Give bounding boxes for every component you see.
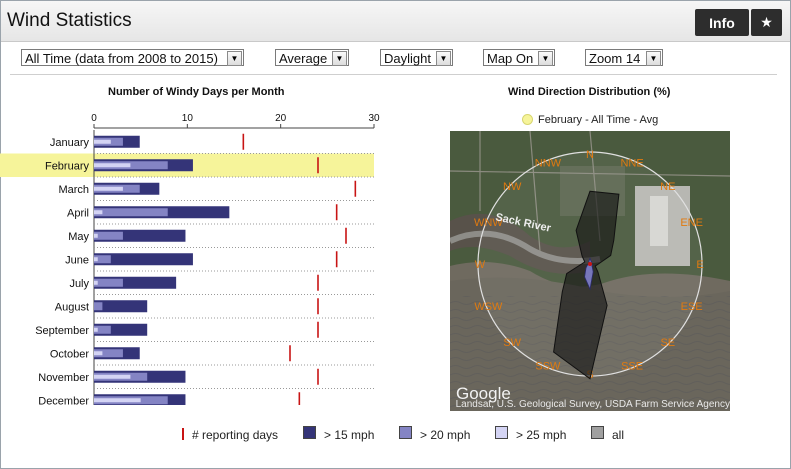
page-title: Wind Statistics: [7, 10, 132, 31]
bar-25mph: [94, 398, 141, 403]
chevron-down-icon: ▼: [436, 51, 451, 66]
time-of-day-select-value: Daylight: [384, 51, 431, 66]
rose-center-point: [588, 262, 592, 266]
compass-label-se: SE: [660, 337, 675, 349]
legend-swatch-20mph: [399, 426, 412, 439]
zoom-select-value: Zoom 14: [589, 51, 641, 66]
compass-label-ssw: SSW: [535, 361, 561, 373]
legend-label-15mph: > 15 mph: [324, 428, 375, 442]
bar-20mph: [94, 302, 103, 311]
compass-label-ese: ESE: [681, 301, 703, 313]
period-select-value: All Time (data from 2008 to 2015): [25, 51, 218, 66]
chevron-down-icon: ▼: [332, 51, 347, 66]
compass-label-nnw: NNW: [535, 157, 562, 169]
windy-days-bar-chart: 0 10 20 30 January February March April May June J…: [0, 113, 380, 405]
favorite-star-button[interactable]: ★: [751, 9, 782, 36]
satellite-map[interactable]: NNNENEENEEESESESSESSSWSWWSWWWNWNWNNW Sac…: [450, 131, 730, 411]
bar-25mph: [94, 327, 98, 332]
month-label: February: [45, 160, 90, 172]
month-label: June: [65, 254, 89, 266]
x-tick-label: 30: [368, 113, 380, 124]
legend-label-25mph: > 25 mph: [516, 428, 567, 442]
wind-rose-chart: NNNENEENEEESESESSESSSWSWWSWWWNWNWNNW: [474, 149, 704, 381]
compass-label-nw: NW: [503, 181, 522, 193]
bar-25mph: [94, 374, 131, 379]
zoom-select[interactable]: Zoom 14 ▼: [585, 49, 663, 66]
legend-swatch-25mph: [495, 426, 508, 439]
compass-label-e: E: [696, 259, 703, 271]
rose-chart-title: Wind Direction Distribution (%): [508, 86, 671, 98]
map-attribution: Landsat, U.S. Geological Survey, USDA Fa…: [455, 399, 730, 410]
bar-20mph: [94, 278, 123, 287]
statistic-select[interactable]: Average ▼: [275, 49, 349, 66]
month-label: July: [69, 278, 89, 290]
month-label: September: [35, 325, 89, 337]
filter-bar: All Time (data from 2008 to 2015) ▼ Avera…: [10, 44, 777, 75]
bar-25mph: [94, 139, 111, 144]
statistic-select-value: Average: [279, 51, 328, 66]
legend-label-all: all: [612, 428, 625, 442]
compass-label-nne: NNE: [620, 157, 643, 169]
compass-label-w: W: [475, 259, 486, 271]
info-button[interactable]: Info: [695, 9, 749, 36]
month-label: April: [67, 207, 89, 219]
bar-20mph: [94, 208, 168, 217]
bar-25mph: [94, 351, 103, 356]
compass-label-ne: NE: [660, 181, 675, 193]
legend-swatch-15mph: [303, 426, 316, 439]
map-toggle-select[interactable]: Map On ▼: [483, 49, 555, 66]
x-tick-label: 0: [91, 113, 97, 124]
month-label: August: [55, 301, 89, 313]
period-select[interactable]: All Time (data from 2008 to 2015) ▼: [21, 49, 244, 66]
bar-25mph: [94, 163, 131, 168]
x-tick-label: 20: [275, 113, 287, 124]
month-label: November: [38, 372, 89, 384]
title-bar: Wind Statistics Info ★: [1, 1, 790, 42]
month-label: January: [50, 137, 90, 149]
month-label: March: [58, 184, 89, 196]
bar-20mph: [94, 231, 123, 240]
legend-label-reporting-days: # reporting days: [192, 428, 279, 442]
chevron-down-icon: ▼: [646, 51, 661, 66]
compass-label-sw: SW: [503, 337, 521, 349]
compass-label-wsw: WSW: [474, 301, 503, 313]
month-label: December: [38, 395, 89, 405]
bar-25mph: [94, 210, 103, 215]
month-label: May: [68, 231, 89, 243]
compass-label-sse: SSE: [621, 361, 643, 373]
bar-25mph: [94, 257, 98, 262]
legend-swatch-all: [591, 426, 604, 439]
rose-legend-label: February - All Time - Avg: [538, 114, 659, 126]
time-of-day-select[interactable]: Daylight ▼: [380, 49, 453, 66]
bar-chart-title: Number of Windy Days per Month: [108, 86, 285, 98]
x-tick-label: 10: [182, 113, 194, 124]
month-label: October: [50, 348, 89, 360]
chevron-down-icon: ▼: [227, 51, 242, 66]
legend-label-20mph: > 20 mph: [420, 428, 471, 442]
bar-25mph: [94, 233, 98, 238]
compass-label-n: N: [586, 149, 594, 161]
chevron-down-icon: ▼: [538, 51, 553, 66]
star-icon: ★: [760, 14, 773, 30]
rose-legend-marker: [522, 114, 533, 125]
bar-25mph: [94, 186, 123, 191]
bar-25mph: [94, 280, 98, 285]
compass-label-ene: ENE: [680, 217, 703, 229]
map-toggle-select-value: Map On: [487, 51, 534, 66]
reporting-days-legend-marker: [182, 428, 184, 440]
